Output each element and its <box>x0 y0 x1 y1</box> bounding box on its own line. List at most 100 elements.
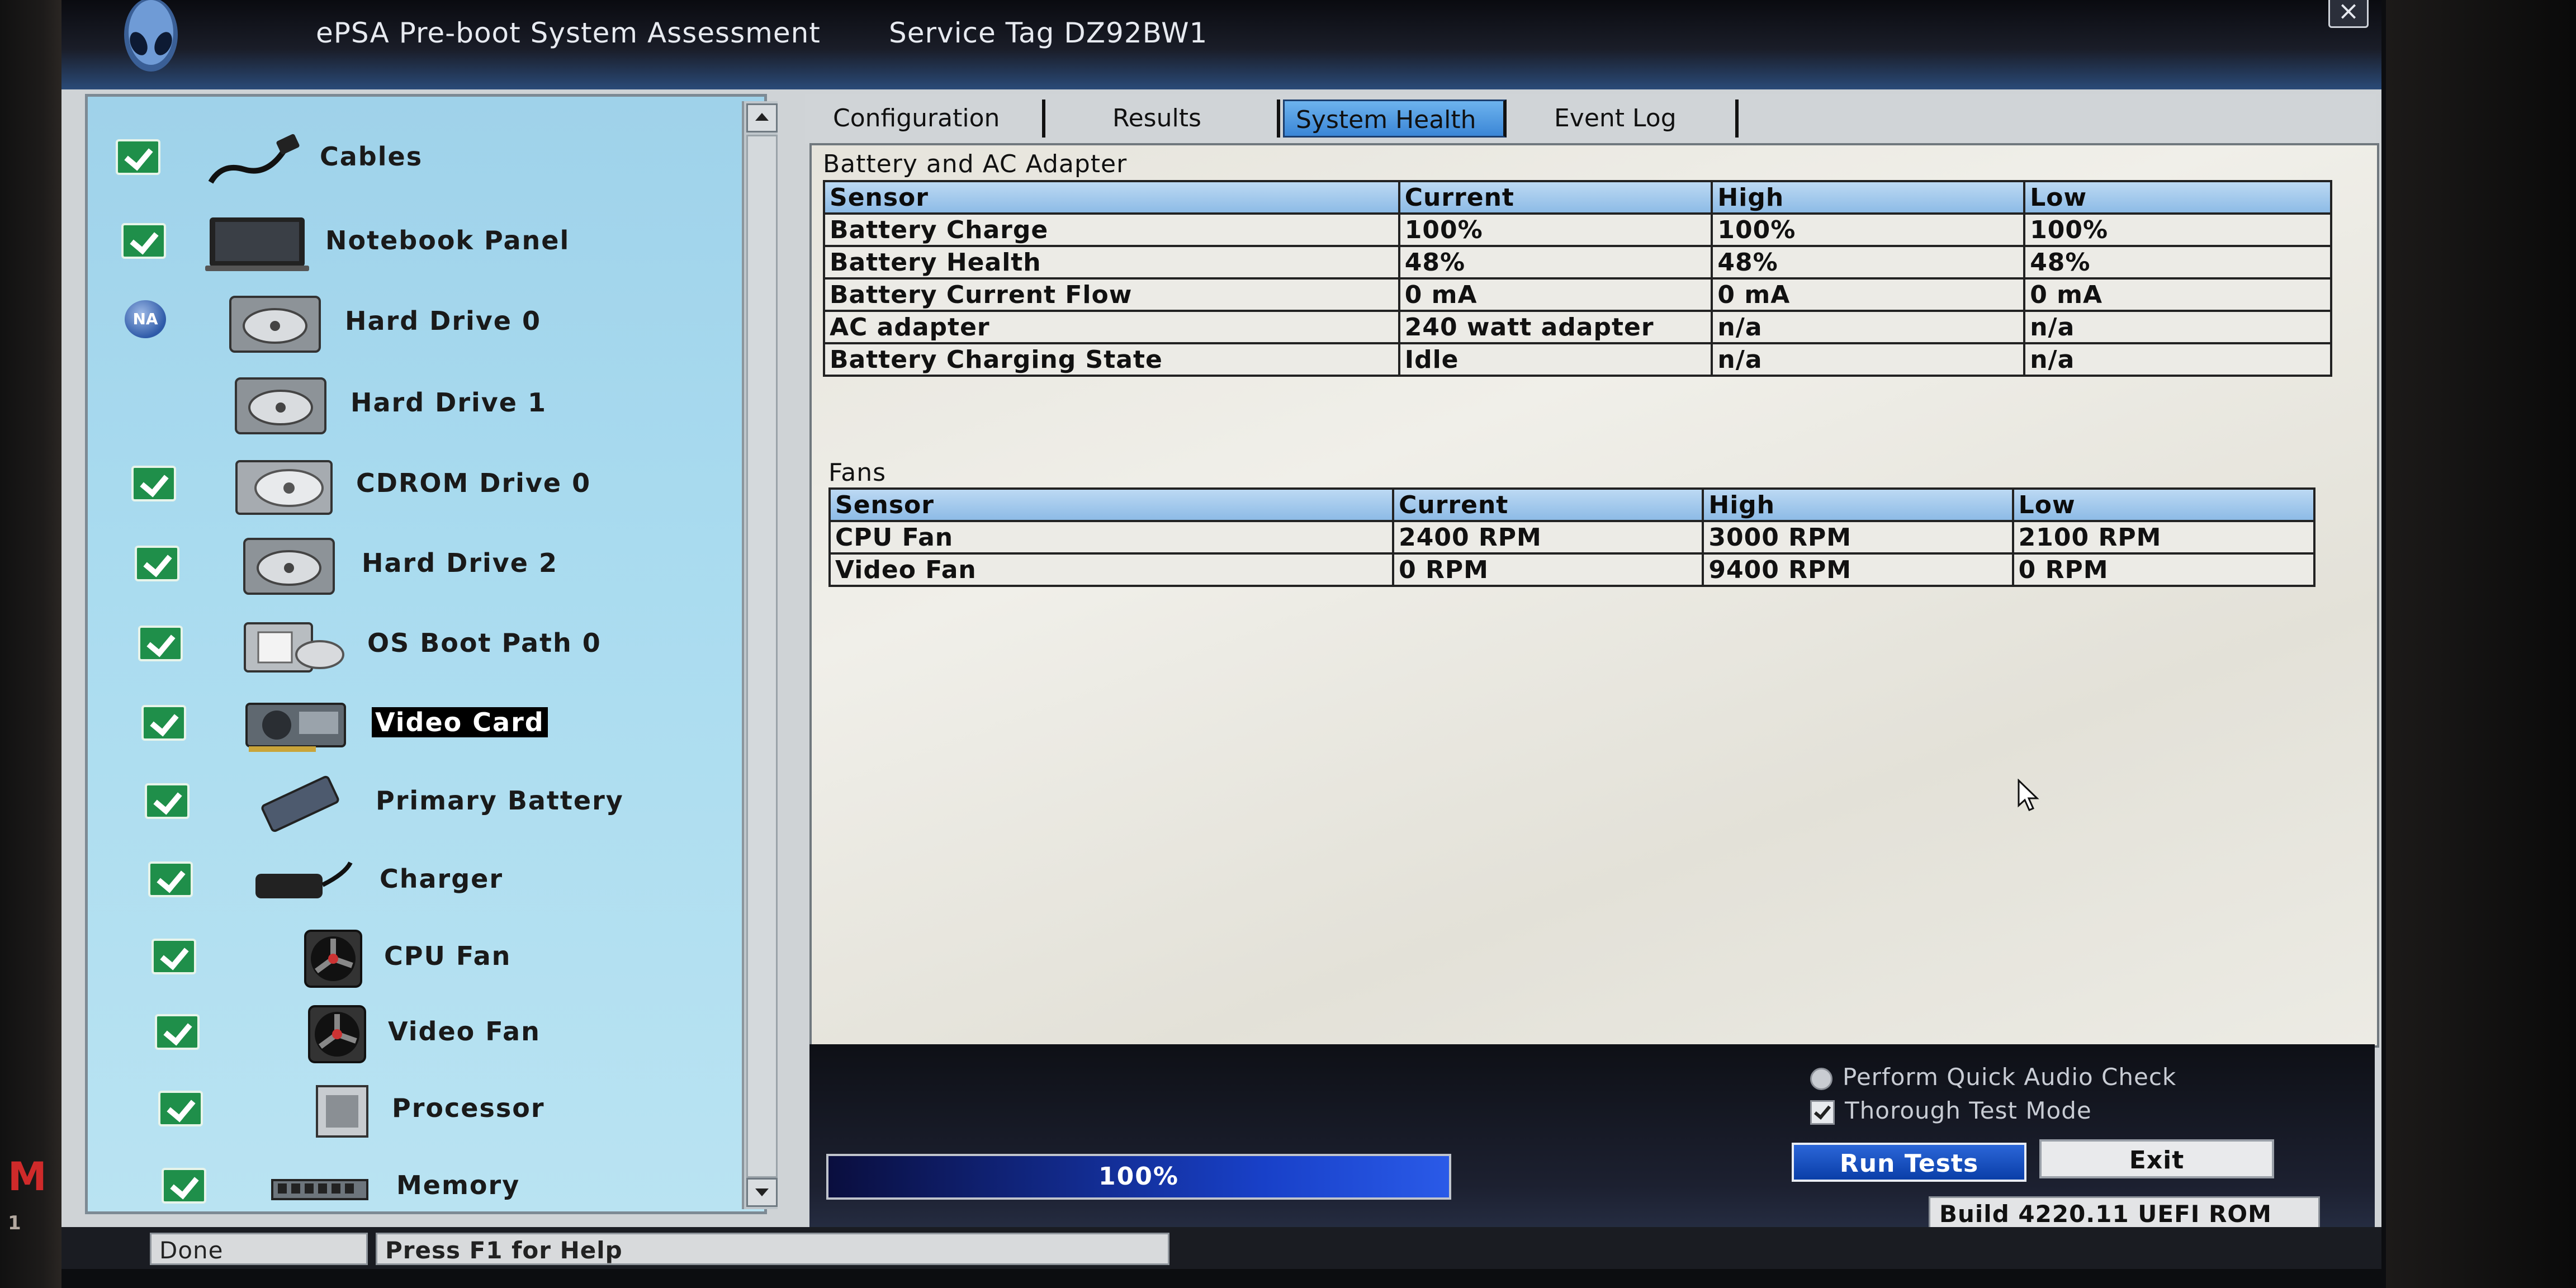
memory-icon <box>267 1158 373 1219</box>
table-row: Video Fan 0 RPM 9400 RPM 0 RPM <box>828 552 2316 587</box>
table-cell: 48% <box>2023 245 2332 280</box>
fans-column-header: High <box>1702 487 2014 522</box>
battery-section-title: Battery and AC Adapter <box>823 150 1128 178</box>
device-item[interactable]: Video Fan <box>88 1004 731 1071</box>
close-button[interactable]: × <box>2328 0 2369 28</box>
device-item[interactable]: Memory <box>88 1158 731 1225</box>
status-state: Done <box>150 1233 368 1265</box>
battery-icon <box>247 773 353 835</box>
quick-audio-radio[interactable] <box>1810 1067 1832 1090</box>
checkmark-icon <box>131 466 176 501</box>
title-bar: ePSA Pre-boot System Assessment Service … <box>61 0 2381 89</box>
device-item[interactable]: Hard Drive 2 <box>88 536 731 603</box>
processor-icon <box>289 1081 395 1142</box>
tab-results[interactable]: Results <box>1057 100 1280 138</box>
bezel-sticker-letter: M <box>8 1154 47 1200</box>
table-cell: Idle <box>1398 342 1713 377</box>
device-item[interactable]: Notebook Panel <box>88 213 731 280</box>
device-item[interactable]: CPU Fan <box>88 929 731 996</box>
table-row: Battery Charging State Idle n/a n/a <box>823 342 2332 377</box>
device-label: CPU Fan <box>384 941 512 971</box>
not-applicable-icon: NA <box>125 300 166 338</box>
scroll-track[interactable] <box>746 135 778 1178</box>
table-cell: n/a <box>1711 342 2026 377</box>
tab-strip: Configuration Results System Health Even… <box>805 94 2376 144</box>
table-cell: 2100 RPM <box>2011 520 2316 555</box>
quick-audio-option[interactable]: Perform Quick Audio Check <box>1810 1063 2176 1091</box>
progress-label: 100% <box>1098 1162 1179 1191</box>
battery-column-header: Low <box>2023 180 2332 215</box>
table-row: AC adapter 240 watt adapter n/a n/a <box>823 310 2332 344</box>
thorough-test-checkbox[interactable] <box>1810 1100 1835 1125</box>
device-label: Hard Drive 2 <box>362 548 558 578</box>
table-cell: 100% <box>2023 212 2332 247</box>
checkmark-icon <box>151 939 196 974</box>
epsa-screen: ePSA Pre-boot System Assessment Service … <box>61 0 2381 1269</box>
hard-drive-icon <box>239 536 345 597</box>
device-list-scrollbar[interactable] <box>742 101 778 1209</box>
content-pane: Configuration Results System Health Even… <box>805 94 2379 1269</box>
table-cell: 48% <box>1711 245 2026 280</box>
table-cell: n/a <box>2023 310 2332 344</box>
table-cell: 0 RPM <box>2011 552 2316 587</box>
battery-table: Sensor Current High Low Battery Charge 100% 1… <box>823 180 2332 377</box>
hard-drive-icon <box>230 375 337 437</box>
tab-event-log[interactable]: Event Log <box>1515 100 1739 138</box>
device-label: Video Card <box>372 707 548 737</box>
thorough-test-option[interactable]: Thorough Test Mode <box>1810 1097 2092 1125</box>
device-label: Cables <box>320 141 423 172</box>
device-item[interactable]: NA Hard Drive 0 <box>88 293 731 361</box>
device-item[interactable]: OS Boot Path 0 <box>88 615 731 683</box>
hard-drive-icon <box>225 293 331 355</box>
checkmark-icon <box>155 1014 200 1050</box>
monitor-bezel-right <box>2386 0 2576 1288</box>
checkmark-icon <box>148 861 193 897</box>
thorough-test-label: Thorough Test Mode <box>1845 1097 2092 1124</box>
table-cell: Battery Charging State <box>823 342 1400 377</box>
battery-column-header: Current <box>1398 180 1713 215</box>
device-item[interactable]: Processor <box>88 1081 731 1148</box>
system-health-content: Battery and AC Adapter Sensor Current High… <box>809 143 2379 1048</box>
device-label: Memory <box>396 1170 520 1200</box>
device-label: Processor <box>392 1093 545 1123</box>
checkmark-icon <box>116 139 160 175</box>
table-cell: Battery Health <box>823 245 1400 280</box>
checkmark-icon <box>158 1091 203 1126</box>
video-card-icon <box>243 695 349 756</box>
device-label: Notebook Panel <box>325 225 570 255</box>
tab-system-health[interactable]: System Health <box>1283 100 1507 138</box>
service-tag: Service Tag DZ92BW1 <box>889 17 1208 49</box>
device-item[interactable]: CDROM Drive 0 <box>88 456 731 523</box>
device-item[interactable]: Video Card <box>88 695 731 762</box>
device-label: CDROM Drive 0 <box>356 468 591 498</box>
exit-button[interactable]: Exit <box>2039 1139 2274 1178</box>
checkmark-icon <box>145 783 190 819</box>
cdrom-icon <box>233 456 339 517</box>
charger-icon <box>250 851 356 913</box>
device-item[interactable]: Charger <box>88 851 731 918</box>
device-label: Video Fan <box>388 1016 541 1046</box>
table-cell: CPU Fan <box>828 520 1395 555</box>
monitor-bezel-left: M 1 <box>0 0 61 1288</box>
fans-section-title: Fans <box>828 458 887 487</box>
scroll-up-arrow-icon[interactable] <box>746 103 778 132</box>
table-cell: 0 mA <box>1711 277 2026 312</box>
run-tests-button[interactable]: Run Tests <box>1792 1143 2026 1182</box>
device-item[interactable]: Cables <box>88 129 731 196</box>
device-list-panel: Cables Notebook Panel NA Hard Drive 0 Hard D… <box>85 94 778 1214</box>
table-cell: 0 RPM <box>1392 552 1704 587</box>
device-item[interactable]: Primary Battery <box>88 773 731 840</box>
build-info: Build 4220.11 UEFI ROM <box>1929 1196 2320 1229</box>
battery-column-header: Sensor <box>823 180 1400 215</box>
fans-column-header: Current <box>1392 487 1704 522</box>
checkmark-icon <box>121 223 166 259</box>
fans-table-header: Sensor Current High Low <box>828 487 2316 522</box>
boot-path-icon <box>242 615 348 677</box>
device-label: OS Boot Path 0 <box>367 628 602 658</box>
device-item[interactable]: Hard Drive 1 <box>88 375 731 442</box>
scroll-down-arrow-icon[interactable] <box>746 1178 778 1207</box>
checkmark-icon <box>141 705 186 741</box>
table-row: Battery Current Flow 0 mA 0 mA 0 mA <box>823 277 2332 312</box>
tab-configuration[interactable]: Configuration <box>822 100 1045 138</box>
device-label: Primary Battery <box>376 785 624 816</box>
